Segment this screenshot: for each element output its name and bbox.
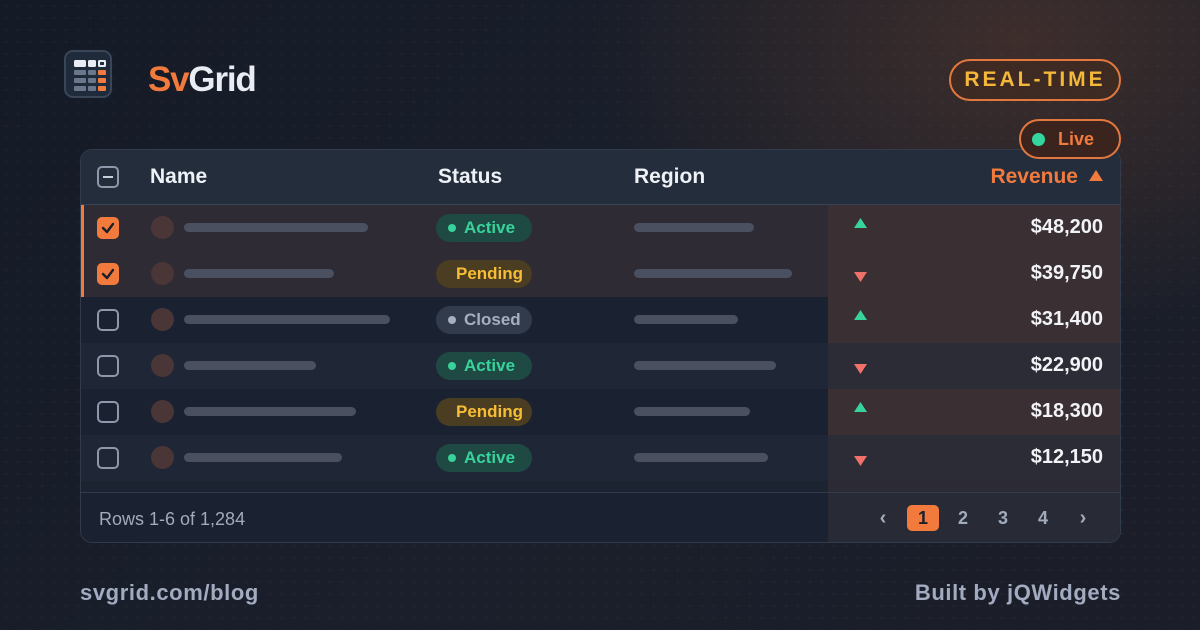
region-placeholder [634, 453, 768, 462]
column-header-status[interactable]: Status [438, 165, 502, 189]
name-placeholder [184, 315, 390, 324]
site-url: svgrid.com/blog [80, 580, 259, 605]
region-placeholder [634, 269, 792, 278]
name-placeholder [184, 223, 368, 232]
region-placeholder [634, 315, 738, 324]
revenue-value: $48,200 [1030, 216, 1103, 238]
revenue-value: $22,900 [1030, 354, 1103, 376]
row-checkbox[interactable] [97, 401, 119, 423]
avatar [151, 262, 174, 285]
check-icon [101, 222, 115, 234]
region-placeholder [634, 407, 750, 416]
pagination: ‹ 1234 › [863, 504, 1103, 532]
sort-up-icon[interactable] [1089, 170, 1103, 181]
revenue-value: $18,300 [1030, 400, 1103, 422]
status-badge: Active [436, 352, 532, 380]
next-page-button[interactable]: › [1063, 507, 1103, 530]
brand-name: SvGrid [148, 60, 257, 100]
table-row[interactable]: Active $48,200 [81, 205, 1120, 251]
trend-down-icon [854, 456, 867, 466]
data-grid: Name Status Region Revenue Active $48,200… [80, 149, 1121, 543]
column-header-revenue[interactable]: Revenue [990, 165, 1078, 189]
selection-accent [81, 205, 84, 251]
row-checkbox[interactable] [97, 217, 119, 239]
revenue-value: $31,400 [1030, 308, 1103, 330]
minus-icon [103, 176, 113, 178]
name-placeholder [184, 407, 356, 416]
status-label: Active [464, 356, 516, 375]
status-label: Active [464, 218, 516, 237]
live-badge: Live [1019, 119, 1121, 159]
trend-up-icon [854, 218, 867, 228]
avatar [151, 216, 174, 239]
live-label: Live [1058, 128, 1095, 149]
name-placeholder [184, 453, 342, 462]
avatar [151, 446, 174, 469]
realtime-badge: REAL-TIME [949, 59, 1121, 101]
name-placeholder [184, 269, 334, 278]
page-list: 1234 [903, 505, 1063, 531]
selection-accent [81, 251, 84, 297]
status-dot-icon [448, 316, 456, 324]
trend-down-icon [854, 272, 867, 282]
status-label: Pending [456, 264, 524, 283]
row-checkbox[interactable] [97, 355, 119, 377]
avatar [151, 308, 174, 331]
table-header: Name Status Region Revenue [81, 150, 1120, 205]
logo-icon [64, 50, 112, 98]
page-button-1[interactable]: 1 [907, 505, 939, 531]
revenue-value: $12,150 [1030, 446, 1103, 468]
page-button-2[interactable]: 2 [943, 508, 983, 529]
table-footer: Rows 1-6 of 1,284 ‹ 1234 › [81, 492, 1120, 542]
brand-prefix: Sv [148, 60, 190, 99]
name-placeholder [184, 361, 316, 370]
check-icon [101, 268, 115, 280]
page-button-4[interactable]: 4 [1023, 508, 1063, 529]
table-row[interactable]: Pending $18,300 [81, 389, 1120, 435]
rows-info: Rows 1-6 of 1,284 [99, 509, 246, 529]
status-dot-icon [448, 362, 456, 370]
live-dot-icon [1032, 132, 1045, 146]
status-label: Pending [456, 402, 524, 421]
revenue-value: $39,750 [1030, 262, 1103, 284]
grid-calculator-icon [74, 60, 106, 91]
table-row[interactable]: Pending $39,750 [81, 251, 1120, 297]
select-all-checkbox[interactable] [97, 166, 119, 188]
status-label: Closed [464, 310, 521, 329]
page-button-3[interactable]: 3 [983, 508, 1023, 529]
table-row[interactable]: Active $22,900 [81, 343, 1120, 389]
trend-up-icon [854, 402, 867, 412]
status-dot-icon [448, 224, 456, 232]
status-badge: Active [436, 444, 532, 472]
table-row[interactable]: Closed $31,400 [81, 297, 1120, 343]
row-checkbox[interactable] [97, 447, 119, 469]
status-label: Active [464, 448, 516, 467]
prev-page-button[interactable]: ‹ [863, 507, 903, 530]
trend-up-icon [854, 310, 867, 320]
built-by: Built by jQWidgets [914, 580, 1121, 605]
avatar [151, 400, 174, 423]
status-badge: Pending [436, 260, 532, 288]
row-checkbox[interactable] [97, 263, 119, 285]
column-header-name[interactable]: Name [150, 165, 207, 189]
trend-down-icon [854, 364, 867, 374]
column-header-region[interactable]: Region [634, 165, 705, 189]
status-badge: Active [436, 214, 532, 242]
region-placeholder [634, 223, 754, 232]
status-badge: Pending [436, 398, 532, 426]
status-badge: Closed [436, 306, 532, 334]
avatar [151, 354, 174, 377]
row-checkbox[interactable] [97, 309, 119, 331]
table-row[interactable]: Active $12,150 [81, 435, 1120, 481]
brand-suffix: Grid [188, 60, 256, 99]
region-placeholder [634, 361, 776, 370]
status-dot-icon [448, 454, 456, 462]
